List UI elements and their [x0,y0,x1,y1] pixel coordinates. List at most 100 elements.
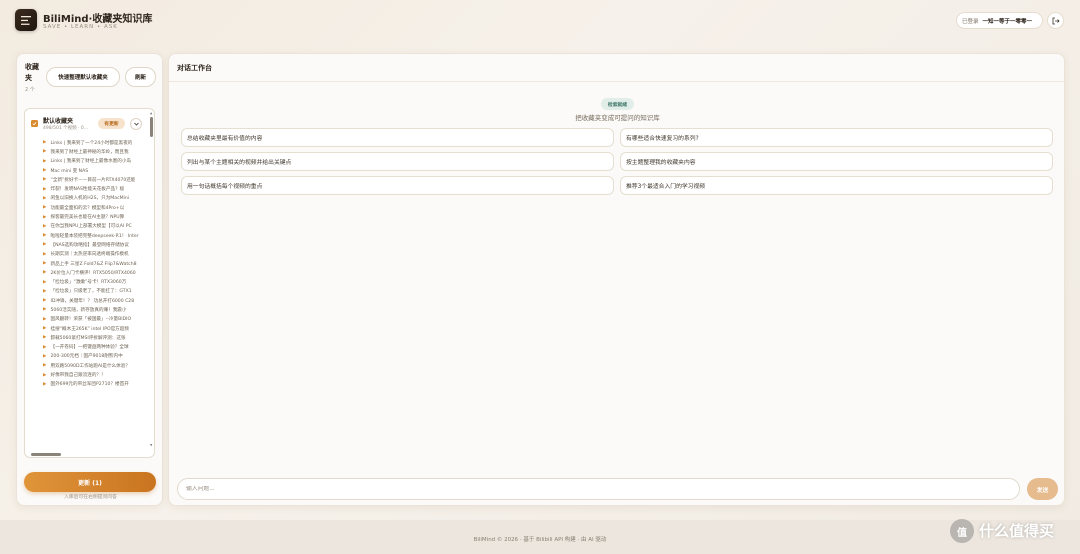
play-triangle-icon: ▶ [43,381,47,387]
suggestion-button[interactable]: 列出与某个主题相关的视频并给出关键点 [181,152,614,171]
play-triangle-icon: ▶ [43,168,47,174]
watermark-text: 什么值得买 [979,522,1055,540]
list-item[interactable]: ▶ 「捡垃圾」“激嫩”号卡！RTX3060万 [25,277,149,286]
video-title: 我来到了财经上最神秘的华岭，而且我 [50,149,129,155]
suggestion-button[interactable]: 有哪些适合快速复习的系列? [620,128,1053,147]
video-title: 200-300元档｜国产9018耐熊内中 [50,354,123,360]
question-input-wrapper [177,478,1020,500]
update-badge: 有更新 [98,118,125,129]
update-hint: 入库后可在右侧提问问答 [64,495,117,500]
video-title: “全新”拆好卡——目前一片RTX4070还能 [50,177,136,183]
list-item[interactable]: ▶ 国风翻转！荣获「被国最」--冷量BIDIO [25,315,149,324]
vertical-scrollbar[interactable]: ▲ ▼ [150,111,154,451]
list-item[interactable]: ▶ 「捡垃圾」只级老了，不能扛了：GTX1 [25,287,149,296]
play-triangle-icon: ▶ [43,177,47,183]
list-item[interactable]: ▶ 我来到了财经上最神秘的华岭，而且我 [25,147,149,156]
vertical-scroll-thumb[interactable] [150,117,153,137]
play-triangle-icon: ▶ [43,270,47,276]
video-title: 新品上手 三星Z Fold7&Z Flip7&Watch8 [50,261,137,267]
chat-title: 对话工作台 [177,64,212,72]
folder-meta: 498/501 个视频 · 0... [43,126,89,131]
user-status-pill[interactable]: 已登录 一知一等于一零零一 [956,12,1043,29]
list-item[interactable]: ▶ 炸裂！发明NAS性能天花板产品？极 [25,184,149,193]
logout-button[interactable] [1047,12,1064,29]
quick-organize-button[interactable]: 快速整理默认收藏夹 [46,67,120,87]
favorites-panel: 收藏夹 2 个 快速整理默认收藏夹 刷新 默认收藏夹 498/501 个视频 ·… [16,53,163,506]
list-item[interactable]: ▶ 卸载5060紧打MSI评拆解评测：这张 [25,333,149,342]
video-title: 好像带我自己跟流连的？！ [50,373,106,379]
play-triangle-icon: ▶ [43,363,47,369]
play-triangle-icon: ▶ [43,288,47,294]
list-item[interactable]: ▶ 啦啦轻量本装把完整deepseek-R1！ Inter [25,231,149,240]
list-item[interactable]: ▶ Mac mini 变 NAS [25,166,149,175]
list-item[interactable]: ▶ 在你当我NPU上部署大模型【可以AI PC [25,222,149,231]
folder-header[interactable]: 默认收藏夹 498/501 个视频 · 0... 有更新 [25,109,149,135]
video-title: 5060活实随，新存放真的赚！我震小 [50,307,127,313]
list-item[interactable]: ▶ 【一开卷码】一把键盘两种体验？全球 [25,343,149,352]
suggestion-button[interactable]: 用一句话概括每个视频的重点 [181,176,614,195]
send-button[interactable]: 发送 [1027,478,1058,500]
video-title: 卸载5060紧打MSI评拆解评测：这张 [50,335,126,341]
play-triangle-icon: ▶ [43,149,47,155]
list-item[interactable]: ▶ 挂搜“概木王265K” intel IPO官方超频 [25,324,149,333]
suggestion-button[interactable]: 推荐3个最适合入门的学习视频 [620,176,1053,195]
scroll-up-arrow-icon[interactable]: ▲ [150,111,152,115]
list-item[interactable]: ▶ 用双路5090D工作站跑AI是什么体验？ [25,361,149,370]
play-triangle-icon: ▶ [43,298,47,304]
scroll-down-arrow-icon[interactable]: ▼ [150,443,152,447]
video-title: 啦啦轻量本装把完整deepseek-R1！ Inter [50,233,139,239]
logout-icon [1052,17,1060,24]
video-title: 国风翻转！荣获「被国最」--冷量BIDIO [50,317,132,323]
update-button[interactable]: 更新 (1) [24,472,156,492]
list-item[interactable]: ▶ Links | 我来到了财经上最像水墨的小岛 [25,157,149,166]
list-item[interactable]: ▶ 200-300元档｜国产9018耐熊内中 [25,352,149,361]
list-item[interactable]: ▶ 闲鱼以旧换入机的H2S，只为MacMini [25,194,149,203]
play-triangle-icon: ▶ [43,186,47,192]
play-triangle-icon: ▶ [43,261,47,266]
list-item[interactable]: ▶ 国外699元的带丝军团P2710？楼首开 [25,380,149,389]
video-title: 2K价位入门卡横评！RTX5050/RTX4060 [50,270,136,276]
suggestion-button[interactable]: 总结收藏夹里最有价值的内容 [181,128,614,147]
list-item[interactable]: ▶ ID冲锋，关键年！？ 功总开打6000 C28 [25,296,149,305]
play-triangle-icon: ▶ [43,205,47,211]
list-item[interactable]: ▶ 新品上手 三星Z Fold7&Z Flip7&Watch8 [25,259,149,268]
list-item[interactable]: ▶ 好像带我自己跟流连的？！ [25,370,149,379]
video-title: 长期实测｜太热逆率向透终端操作模机 [50,252,129,258]
folder-expand-toggle[interactable] [130,118,142,130]
folder-checkbox[interactable] [31,120,38,127]
video-title: Mac mini 变 NAS [50,168,89,174]
list-item[interactable]: ▶ Links | 我来到了一个24小时都是黑夜的 [25,138,149,147]
chevron-down-icon [133,122,139,126]
question-input[interactable] [186,486,1019,492]
suggestion-button[interactable]: 按主题整理我的收藏夹内容 [620,152,1053,171]
video-list: ▶ Links | 我来到了一个24小时都是黑夜的 ▶ 我来到了财经上最神秘的华岭，而… [25,138,149,450]
play-triangle-icon: ▶ [43,307,47,313]
play-triangle-icon: ▶ [43,353,47,359]
folder-name: 默认收藏夹 [43,118,74,125]
list-item[interactable]: ▶ 功能最全面扣的云？模型和4Pro+以 [25,203,149,212]
video-title: 挂搜“概木王265K” intel IPO官方超频 [50,326,129,332]
list-item[interactable]: ▶ 5060活实随，新存放真的赚！我震小 [25,305,149,314]
video-title: 「捡垃圾」只级老了，不能扛了：GTX1 [50,289,132,295]
list-item[interactable]: ▶ 长期实测｜太热逆率向透终端操作模机 [25,250,149,259]
video-title: 在你当我NPU上部署大模型【可以AI PC [50,224,132,230]
list-item[interactable]: ▶ 2K价位入门卡横评！RTX5050/RTX4060 [25,268,149,277]
list-item[interactable]: ▶ “全新”拆好卡——目前一片RTX4070还能 [25,175,149,184]
folder-card: 默认收藏夹 498/501 个视频 · 0... 有更新 ▶ Links | 我来… [24,108,155,458]
horizontal-scroll-thumb[interactable] [31,453,61,456]
play-triangle-icon: ▶ [43,251,47,257]
video-title: 「捡垃圾」“激嫩”号卡！RTX3060万 [50,280,127,286]
app-title: BiliMind·收藏夹知识库 [43,14,153,25]
list-item[interactable]: ▶ 探客最完美长也能在AI主题？NPU算 [25,212,149,221]
video-title: 国外699元的带丝军团P2710？楼首开 [50,382,129,388]
play-triangle-icon: ▶ [43,223,47,229]
watermark-logo-icon: 值 [950,519,974,543]
refresh-button[interactable]: 刷新 [125,67,156,87]
list-item[interactable]: ▶ 【NAS选购攻略指】最登网络存储协议 [25,240,149,249]
play-triangle-icon: ▶ [43,372,47,378]
video-title: ID冲锋，关键年！？ 功总开打6000 C28 [50,298,135,304]
chat-workspace: 对话工作台 检索就绪 把收藏夹变成可提问的知识库 总结收藏夹里最有价值的内容 有… [168,53,1066,506]
favorites-title: 收藏夹 [25,63,39,82]
video-title: 炸裂！发明NAS性能天花板产品？极 [50,187,125,193]
play-triangle-icon: ▶ [43,326,47,332]
